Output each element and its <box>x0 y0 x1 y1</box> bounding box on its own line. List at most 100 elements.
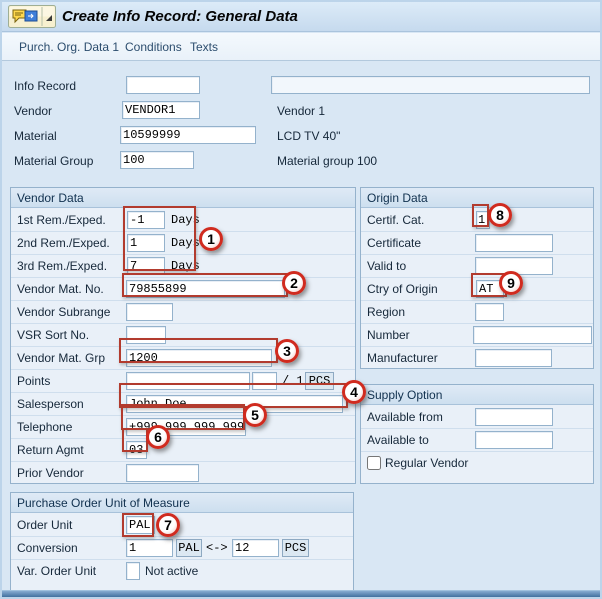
toolbar-item-texts[interactable]: Texts <box>190 40 218 54</box>
toolbar-item-conditions[interactable]: Conditions <box>125 40 182 54</box>
certificate-input[interactable] <box>475 234 553 252</box>
vendor-input[interactable] <box>122 101 200 119</box>
3rd-rem-label: 3rd Rem./Exped. <box>17 259 107 273</box>
vendor-mat-no-input[interactable] <box>126 280 285 298</box>
var-order-unit-note: Not active <box>145 564 198 578</box>
field-ctry-of-origin: Ctry of Origin <box>361 278 593 301</box>
conversion-value1-input[interactable] <box>126 539 173 557</box>
field-vendor-mat-grp: Vendor Mat. Grp <box>11 347 355 370</box>
vendor-description: Vendor 1 <box>277 104 325 118</box>
prior-vendor-input[interactable] <box>126 464 199 482</box>
title-bar: Create Info Record: General Data <box>2 2 600 32</box>
available-to-label: Available to <box>367 433 429 447</box>
services-for-object-button[interactable] <box>8 5 56 28</box>
3rd-rem-input[interactable] <box>127 257 165 275</box>
field-vendor-mat-no: Vendor Mat. No. <box>11 278 355 301</box>
telephone-input[interactable] <box>126 418 246 436</box>
order-unit-label: Order Unit <box>17 518 72 532</box>
po-unit-title: Purchase Order Unit of Measure <box>11 493 353 513</box>
field-return-agmt: Return Agmt <box>11 439 355 462</box>
material-description: LCD TV 40" <box>277 129 340 143</box>
info-record-label: Info Record <box>14 79 76 93</box>
material-group-label: Material Group <box>14 154 93 168</box>
field-var-order-unit: Var. Order Unit Not active <box>11 560 353 583</box>
material-group-input[interactable] <box>120 151 194 169</box>
manufacturer-label: Manufacturer <box>367 351 438 365</box>
points-base-input[interactable] <box>252 372 277 390</box>
certif-cat-input[interactable] <box>476 211 490 229</box>
field-2nd-rem-exped: 2nd Rem./Exped. Days <box>11 232 355 255</box>
field-number: Number <box>361 324 593 347</box>
valid-to-input[interactable] <box>475 257 553 275</box>
2nd-rem-unit: Days <box>171 236 200 250</box>
field-manufacturer: Manufacturer <box>361 347 593 370</box>
conversion-label: Conversion <box>17 541 78 555</box>
conversion-unit2-box: PCS <box>282 539 309 557</box>
vsr-sort-no-label: VSR Sort No. <box>17 328 89 342</box>
available-to-input[interactable] <box>475 431 553 449</box>
vendor-data-title: Vendor Data <box>11 188 355 208</box>
telephone-label: Telephone <box>17 420 72 434</box>
vendor-subrange-input[interactable] <box>126 303 173 321</box>
var-order-unit-input[interactable] <box>126 562 140 580</box>
vendor-mat-no-label: Vendor Mat. No. <box>17 282 104 296</box>
1st-rem-input[interactable] <box>127 211 165 229</box>
points-unit-box: PCS <box>305 372 334 390</box>
order-unit-input[interactable] <box>126 516 155 534</box>
manufacturer-input[interactable] <box>475 349 552 367</box>
field-valid-to: Valid to <box>361 255 593 278</box>
toolbar-item-purch-org-data-1[interactable]: Purch. Org. Data 1 <box>19 40 119 54</box>
field-certif-cat: Certif. Cat. <box>361 209 593 232</box>
certif-cat-label: Certif. Cat. <box>367 213 424 227</box>
section-origin-data: Origin Data Certif. Cat. Certificate Val… <box>360 187 594 369</box>
conversion-value2-input[interactable] <box>232 539 279 557</box>
vendor-mat-grp-label: Vendor Mat. Grp <box>17 351 105 365</box>
supply-option-title: Supply Option <box>361 385 593 405</box>
info-record-input[interactable] <box>126 76 200 94</box>
material-input[interactable] <box>120 126 256 144</box>
3rd-rem-unit: Days <box>171 259 200 273</box>
regular-vendor-checkbox[interactable] <box>367 456 381 470</box>
salesperson-label: Salesperson <box>17 397 84 411</box>
field-3rd-rem-exped: 3rd Rem./Exped. Days <box>11 255 355 278</box>
vendor-subrange-label: Vendor Subrange <box>17 305 110 319</box>
ctry-of-origin-input[interactable] <box>476 280 504 298</box>
section-po-unit-of-measure: Purchase Order Unit of Measure Order Uni… <box>10 492 354 592</box>
field-telephone: Telephone <box>11 416 355 439</box>
field-certificate: Certificate <box>361 232 593 255</box>
field-available-from: Available from <box>361 406 593 429</box>
certificate-label: Certificate <box>367 236 421 250</box>
field-vsr-sort-no: VSR Sort No. <box>11 324 355 347</box>
points-separator: / 1 <box>282 374 304 388</box>
origin-data-title: Origin Data <box>361 188 593 208</box>
2nd-rem-label: 2nd Rem./Exped. <box>17 236 110 250</box>
page-title: Create Info Record: General Data <box>62 8 298 25</box>
salesperson-input[interactable] <box>126 395 343 413</box>
1st-rem-unit: Days <box>171 213 200 227</box>
return-agmt-label: Return Agmt <box>17 443 84 457</box>
material-group-description: Material group 100 <box>277 154 377 168</box>
vendor-mat-grp-input[interactable] <box>126 349 272 367</box>
var-order-unit-label: Var. Order Unit <box>17 564 96 578</box>
region-input[interactable] <box>475 303 504 321</box>
return-agmt-input[interactable] <box>126 441 147 459</box>
section-vendor-data: Vendor Data 1st Rem./Exped. Days 2nd Rem… <box>10 187 356 484</box>
1st-rem-label: 1st Rem./Exped. <box>17 213 106 227</box>
valid-to-label: Valid to <box>367 259 406 273</box>
conversion-unit1-box: PAL <box>176 539 202 557</box>
ctry-of-origin-label: Ctry of Origin <box>367 282 438 296</box>
number-label: Number <box>367 328 410 342</box>
points-input[interactable] <box>126 372 250 390</box>
field-vendor-subrange: Vendor Subrange <box>11 301 355 324</box>
short-text-input[interactable] <box>271 76 590 94</box>
vsr-sort-no-input[interactable] <box>126 326 166 344</box>
available-from-input[interactable] <box>475 408 553 426</box>
field-salesperson: Salesperson <box>11 393 355 416</box>
field-available-to: Available to <box>361 429 593 452</box>
2nd-rem-input[interactable] <box>127 234 165 252</box>
field-points: Points / 1 PCS <box>11 370 355 393</box>
regular-vendor-label: Regular Vendor <box>385 456 468 470</box>
window-bottom-edge <box>2 590 600 597</box>
prior-vendor-label: Prior Vendor <box>17 466 84 480</box>
number-input[interactable] <box>473 326 592 344</box>
